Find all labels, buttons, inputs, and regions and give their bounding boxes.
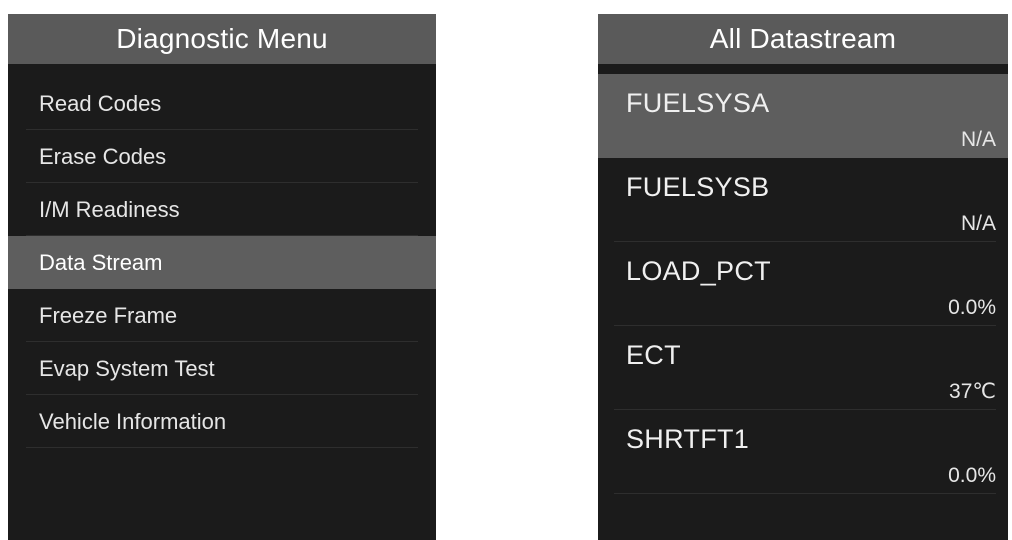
datastream-name: FUELSYSA	[626, 88, 770, 118]
diagnostic-menu-title: Diagnostic Menu	[8, 14, 436, 64]
menu-item-read-codes[interactable]: Read Codes	[8, 77, 436, 130]
menu-item-vehicle-information[interactable]: Vehicle Information	[8, 395, 436, 448]
menu-item-evap-system-test[interactable]: Evap System Test	[8, 342, 436, 395]
datastream-list: FUELSYSA N/A FUELSYSB N/A LOAD_PCT 0.0% …	[598, 74, 1008, 494]
menu-item-data-stream[interactable]: Data Stream	[8, 236, 436, 289]
menu-item-erase-codes[interactable]: Erase Codes	[8, 130, 436, 183]
diagnostic-menu-list: Read Codes Erase Codes I/M Readiness Dat…	[8, 77, 436, 448]
all-datastream-screen: All Datastream FUELSYSA N/A FUELSYSB N/A…	[598, 14, 1008, 540]
datastream-name: LOAD_PCT	[626, 256, 771, 286]
diagnostic-menu-screen: Diagnostic Menu Read Codes Erase Codes I…	[8, 14, 436, 540]
datastream-name: ECT	[626, 340, 681, 370]
datastream-row-load-pct[interactable]: LOAD_PCT 0.0%	[598, 242, 1008, 326]
datastream-value: 0.0%	[948, 296, 996, 319]
datastream-row-fuelsysb[interactable]: FUELSYSB N/A	[598, 158, 1008, 242]
menu-item-freeze-frame[interactable]: Freeze Frame	[8, 289, 436, 342]
datastream-value: 0.0%	[948, 464, 996, 487]
datastream-value: N/A	[960, 212, 996, 235]
menu-item-im-readiness[interactable]: I/M Readiness	[8, 183, 436, 236]
all-datastream-title: All Datastream	[598, 14, 1008, 64]
datastream-name: FUELSYSB	[626, 172, 770, 202]
datastream-name: SHRTFT1	[626, 424, 750, 454]
datastream-value: 37℃	[949, 380, 996, 403]
datastream-row-ect[interactable]: ECT 37℃	[598, 326, 1008, 410]
datastream-row-fuelsysa[interactable]: FUELSYSA N/A	[598, 74, 1008, 158]
datastream-value: N/A	[960, 128, 996, 151]
datastream-row-shrtft1[interactable]: SHRTFT1 0.0%	[598, 410, 1008, 494]
